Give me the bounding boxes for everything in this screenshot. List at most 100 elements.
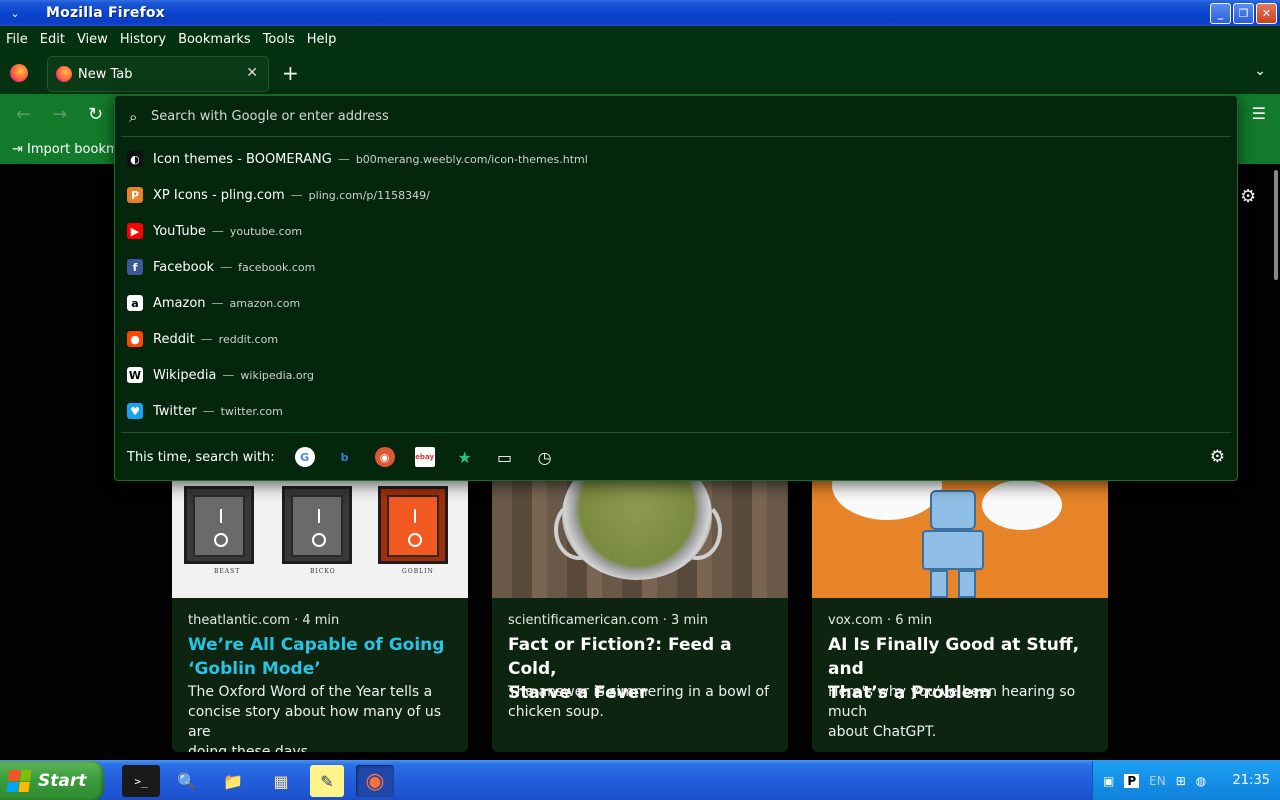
firefox-view-icon[interactable] [10, 64, 28, 82]
firefox-tab-icon [56, 66, 72, 82]
suggestion-url: wikipedia.org [240, 368, 314, 382]
suggestion-separator: — [222, 368, 235, 382]
suggestion-separator: — [202, 404, 215, 418]
import-bookmarks-button[interactable]: ⇥ Import bookm [12, 142, 119, 157]
menu-file[interactable]: File [0, 32, 34, 47]
suggestion-row[interactable]: ◐ Icon themes - BOOMERANG — b00merang.we… [115, 141, 1237, 177]
robot-body-graphic [922, 530, 984, 570]
suggestion-url: pling.com/p/1158349/ [308, 188, 430, 202]
newtab-settings-icon[interactable]: ⚙ [1240, 186, 1256, 207]
tab-bar: New Tab ✕ + ⌄ [0, 53, 1280, 94]
reload-button[interactable]: ↻ [88, 104, 103, 125]
suggestion-separator: — [337, 152, 350, 166]
new-tab-button[interactable]: + [282, 61, 299, 85]
suggestion-separator: — [290, 188, 303, 202]
suggestion-row[interactable]: P XP Icons - pling.com — pling.com/p/115… [115, 177, 1237, 213]
control-panel-icon[interactable]: ▦ [262, 765, 300, 797]
story-thumbnail: BEAST BICKO GOBLIN [172, 480, 468, 598]
suggestion-row[interactable]: a Amazon — amazon.com [115, 285, 1237, 321]
tabs-icon[interactable]: ▭ [495, 447, 515, 467]
suggestion-row[interactable]: ▶ YouTube — youtube.com [115, 213, 1237, 249]
menu-bookmarks[interactable]: Bookmarks [172, 32, 257, 47]
suggestion-url: reddit.com [218, 332, 279, 346]
story-card[interactable]: vox.com · 6 min AI Is Finally Good at St… [812, 480, 1108, 752]
app-menu-icon[interactable]: ☰ [1252, 104, 1266, 123]
tray-app-icon[interactable]: ▣ [1103, 774, 1114, 788]
url-input[interactable] [151, 104, 1151, 128]
speech-bubble-graphic [832, 480, 942, 520]
suggestion-title: Facebook [153, 259, 215, 275]
suggestion-row[interactable]: W Wikipedia — wikipedia.org [115, 357, 1237, 393]
list-all-tabs-icon[interactable]: ⌄ [1254, 63, 1266, 79]
terminal-icon[interactable]: >_ [122, 765, 160, 797]
suggestion-row[interactable]: ♥ Twitter — twitter.com [115, 393, 1237, 429]
story-excerpt-line: about ChatGPT. [828, 724, 937, 740]
google-icon[interactable]: G [294, 447, 315, 467]
story-excerpt-line: doing these days. [188, 744, 313, 752]
back-button[interactable]: ← [16, 104, 31, 125]
duckduckgo-icon[interactable]: ◉ [374, 447, 395, 467]
menu-view[interactable]: View [71, 32, 114, 47]
menu-tools[interactable]: Tools [257, 32, 301, 47]
story-excerpt: Here’s why you’ve been hearing so much a… [828, 682, 1098, 742]
security-shield-icon[interactable]: ◍ [1196, 774, 1206, 788]
switch-label: BEAST [214, 568, 241, 575]
pling-icon: P [127, 187, 143, 203]
story-source: scientificamerican.com · 3 min [508, 613, 708, 628]
page-scrollbar[interactable] [1274, 170, 1278, 280]
firefox-taskbar-icon[interactable]: ◉ [356, 765, 394, 797]
suggestion-title: Reddit [153, 331, 195, 347]
notepad-icon[interactable]: ✎ [310, 765, 344, 797]
menu-edit[interactable]: Edit [34, 32, 71, 47]
story-title[interactable]: We’re All Capable of Going ‘Goblin Mode’ [188, 633, 458, 681]
system-tray: ▣ P EN ⊞ ◍ 21:35 [1092, 761, 1280, 800]
suggestion-title: YouTube [153, 223, 206, 239]
menu-help[interactable]: Help [301, 32, 343, 47]
wikipedia-icon: W [127, 367, 143, 383]
soup-pot-graphic [562, 480, 712, 580]
windows-flag-icon [6, 770, 32, 792]
start-button[interactable]: Start [0, 761, 104, 800]
ebay-icon[interactable]: ebay [414, 447, 435, 467]
close-tab-icon[interactable]: ✕ [246, 65, 258, 81]
language-indicator[interactable]: EN [1149, 774, 1166, 788]
bookmarks-star-icon[interactable]: ★ [455, 447, 475, 467]
taskbar: Start >_ 🔍 📁 ▦ ✎ ◉ ▣ P EN ⊞ ◍ 21:35 [0, 760, 1280, 800]
network-icon[interactable]: ⊞ [1176, 774, 1186, 788]
suggestion-row[interactable]: f Facebook — facebook.com [115, 249, 1237, 285]
urlbar-divider [121, 136, 1231, 137]
story-title-line: AI Is Finally Good at Stuff, and [828, 635, 1080, 679]
bing-icon[interactable]: b [335, 447, 355, 467]
window-titlebar[interactable]: ⌄ Mozilla Firefox _ ❐ ✕ [0, 0, 1280, 26]
story-title-line: We’re All Capable of Going [188, 635, 445, 655]
search-settings-icon[interactable]: ⚙ [1210, 447, 1225, 467]
suggestion-separator: — [220, 260, 233, 274]
clock[interactable]: 21:35 [1233, 773, 1270, 788]
suggestion-url: youtube.com [229, 224, 303, 238]
history-clock-icon[interactable]: ◷ [535, 447, 555, 467]
suggestion-row[interactable]: ● Reddit — reddit.com [115, 321, 1237, 357]
file-manager-icon[interactable]: 📁 [214, 765, 252, 797]
story-title-line: Fact or Fiction?: Feed a Cold, [508, 635, 732, 679]
story-source: vox.com · 6 min [828, 613, 933, 628]
minimize-button[interactable]: _ [1210, 3, 1231, 24]
suggestion-title: Wikipedia [153, 367, 217, 383]
close-window-button[interactable]: ✕ [1256, 3, 1277, 24]
story-excerpt-line: The Oxford Word of the Year tells a [188, 684, 433, 700]
robot-head-graphic [930, 490, 976, 530]
tray-p-icon[interactable]: P [1124, 774, 1140, 788]
story-card[interactable]: BEAST BICKO GOBLIN theatlantic.com · 4 m… [172, 480, 468, 752]
menu-history[interactable]: History [114, 32, 172, 47]
search-icon: ⌕ [129, 108, 138, 126]
story-card[interactable]: scientificamerican.com · 3 min Fact or F… [492, 480, 788, 752]
story-thumbnail [492, 480, 788, 598]
search-folder-icon[interactable]: 🔍 [168, 765, 206, 797]
maximize-button[interactable]: ❐ [1233, 3, 1254, 24]
switch-graphic [184, 486, 254, 564]
urlbar-dropdown: ⌕ ◐ Icon themes - BOOMERANG — b00merang.… [114, 95, 1238, 481]
system-menu-icon[interactable]: ⌄ [0, 7, 30, 20]
speech-bubble-graphic [982, 480, 1062, 530]
window-controls: _ ❐ ✕ [1210, 3, 1277, 24]
tab-new-tab[interactable]: New Tab ✕ [48, 57, 268, 91]
forward-button[interactable]: → [52, 104, 67, 125]
